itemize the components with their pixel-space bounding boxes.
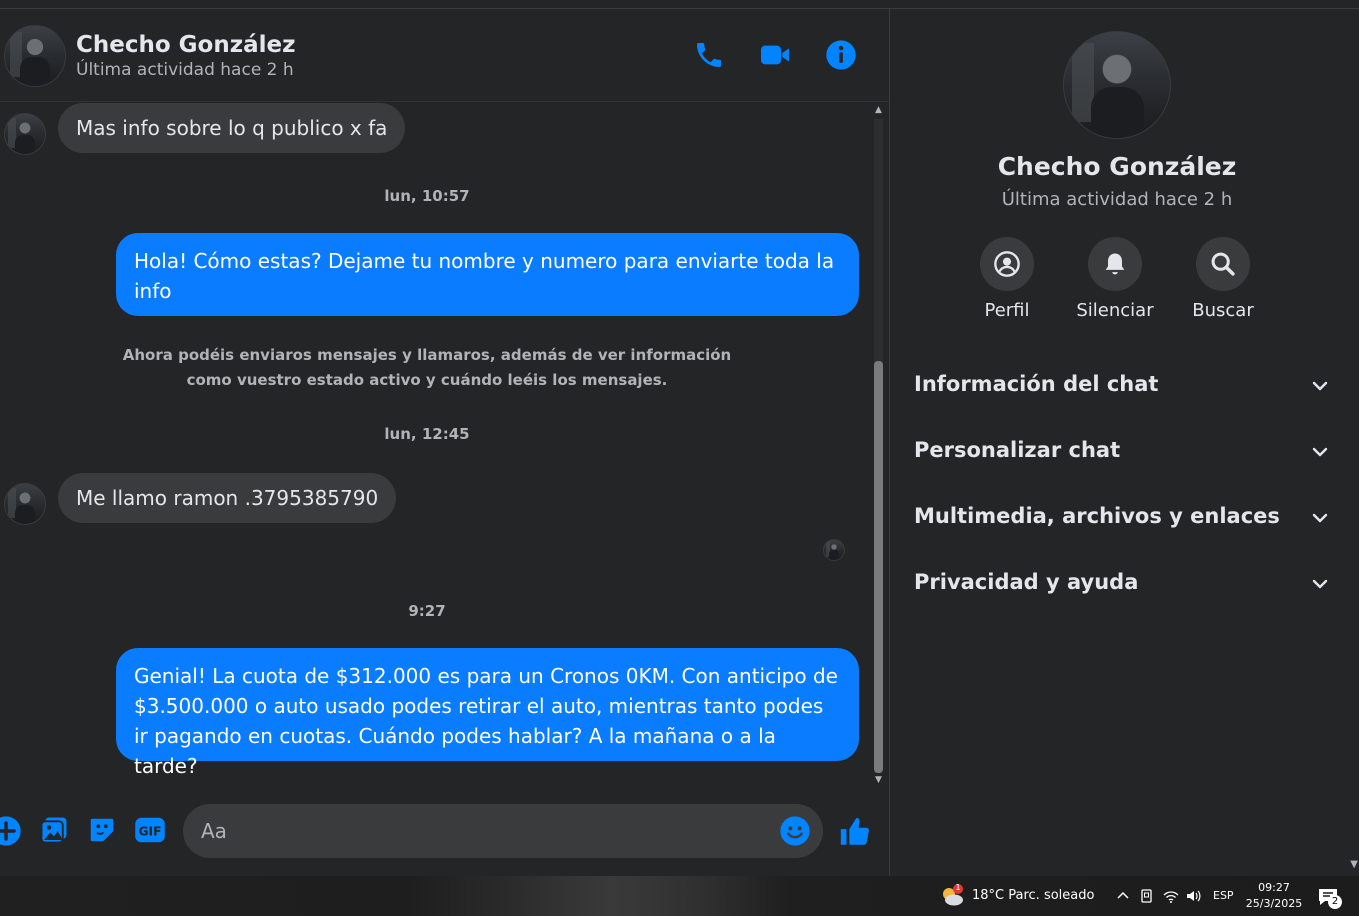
chevron-down-icon	[1312, 381, 1328, 391]
side-scroll-down-arrow[interactable]: ▼	[1350, 859, 1358, 870]
profile-button-label: Perfil	[984, 300, 1030, 321]
clock-time: 09:27	[1258, 881, 1290, 894]
device-icon[interactable]	[1138, 887, 1156, 905]
outgoing-message[interactable]: Hola! Cómo estas? Dejame tu nombre y num…	[116, 233, 859, 316]
profile-icon	[994, 251, 1020, 277]
profile-avatar-large[interactable]	[1063, 31, 1171, 139]
contact-status: Última actividad hace 2 h	[76, 60, 294, 80]
section-label: Multimedia, archivos y enlaces	[914, 504, 1280, 528]
weather-icon[interactable]: 1	[940, 883, 966, 908]
mute-button[interactable]: Silenciar	[1065, 237, 1165, 321]
chevron-down-icon	[1312, 513, 1328, 523]
window-top-border	[0, 0, 1359, 9]
profile-button[interactable]: Perfil	[957, 237, 1057, 321]
chat-pane: Checho González Última actividad hace 2 …	[0, 9, 889, 876]
info-icon[interactable]	[825, 39, 857, 71]
chevron-down-icon	[1312, 579, 1328, 589]
weather-text[interactable]: 18°C Parc. soleado	[972, 888, 1094, 903]
section-label: Privacidad y ayuda	[914, 570, 1139, 594]
mute-button-label: Silenciar	[1076, 300, 1154, 321]
scroll-down-arrow[interactable]: ▼	[874, 775, 883, 785]
gif-label: GIF	[138, 825, 161, 839]
notification-count-badge: 2	[1328, 895, 1342, 909]
message-input[interactable]: Aa	[183, 804, 823, 858]
chevron-down-icon	[1312, 447, 1328, 457]
clock[interactable]: 09:27 25/3/2025	[1244, 880, 1304, 912]
messages-scrollbar[interactable]: ▲ ▼	[870, 105, 884, 789]
search-button[interactable]: Buscar	[1173, 237, 1273, 321]
incoming-message[interactable]: Me llamo ramon .3795385790	[58, 473, 397, 523]
section-chat-info[interactable]: Información del chat	[914, 360, 1330, 410]
profile-name: Checho González	[997, 152, 1237, 181]
system-notice: Ahora podéis enviaros mensajes y llamaro…	[122, 346, 732, 389]
emoji-icon[interactable]	[779, 815, 811, 847]
timestamp: lun, 10:57	[384, 187, 470, 205]
chevron-up-icon[interactable]	[1114, 887, 1132, 905]
weather-alert-badge: 1	[955, 883, 961, 892]
message-composer: GIF Aa	[0, 799, 889, 869]
incoming-message[interactable]: Mas info sobre lo q publico x fa	[58, 103, 406, 153]
chat-header: Checho González Última actividad hace 2 …	[0, 9, 889, 102]
windows-taskbar: 1 18°C Parc. soleado ESP 09:27 25/3/2025…	[0, 876, 1359, 916]
language-indicator[interactable]: ESP	[1213, 889, 1234, 902]
section-customize-chat[interactable]: Personalizar chat	[914, 426, 1330, 476]
search-button-label: Buscar	[1192, 300, 1254, 321]
sticker-icon[interactable]	[87, 815, 119, 847]
outgoing-message[interactable]: Genial! La cuota de $312.000 es para un …	[116, 648, 859, 778]
scroll-up-arrow[interactable]: ▲	[874, 105, 883, 115]
contact-name[interactable]: Checho González	[76, 32, 296, 58]
section-media-files-links[interactable]: Multimedia, archivos y enlaces	[914, 492, 1330, 542]
timestamp: lun, 12:45	[384, 425, 470, 443]
wifi-icon[interactable]	[1162, 887, 1180, 905]
contact-avatar[interactable]	[4, 25, 66, 87]
photo-gallery-icon[interactable]	[39, 815, 71, 847]
scroll-thumb[interactable]	[874, 361, 883, 773]
chat-info-pane: Checho González Última actividad hace 2 …	[889, 9, 1359, 876]
clock-date: 25/3/2025	[1245, 897, 1303, 910]
search-icon	[1211, 252, 1235, 276]
section-privacy-help[interactable]: Privacidad y ayuda	[914, 558, 1330, 608]
sender-avatar[interactable]	[4, 483, 46, 525]
bell-icon	[1105, 253, 1125, 275]
gif-icon[interactable]: GIF	[134, 815, 166, 847]
timestamp: 9:27	[408, 602, 446, 620]
plus-icon[interactable]	[0, 815, 22, 847]
phone-call-icon[interactable]	[693, 39, 725, 71]
volume-icon[interactable]	[1185, 887, 1203, 905]
seen-receipt-avatar	[823, 539, 845, 561]
video-call-icon[interactable]	[759, 39, 791, 71]
thumbs-up-icon[interactable]	[838, 815, 870, 847]
profile-status: Última actividad hace 2 h	[1001, 189, 1233, 210]
sender-avatar[interactable]	[4, 113, 46, 155]
section-label: Información del chat	[914, 372, 1159, 396]
section-label: Personalizar chat	[914, 438, 1121, 462]
